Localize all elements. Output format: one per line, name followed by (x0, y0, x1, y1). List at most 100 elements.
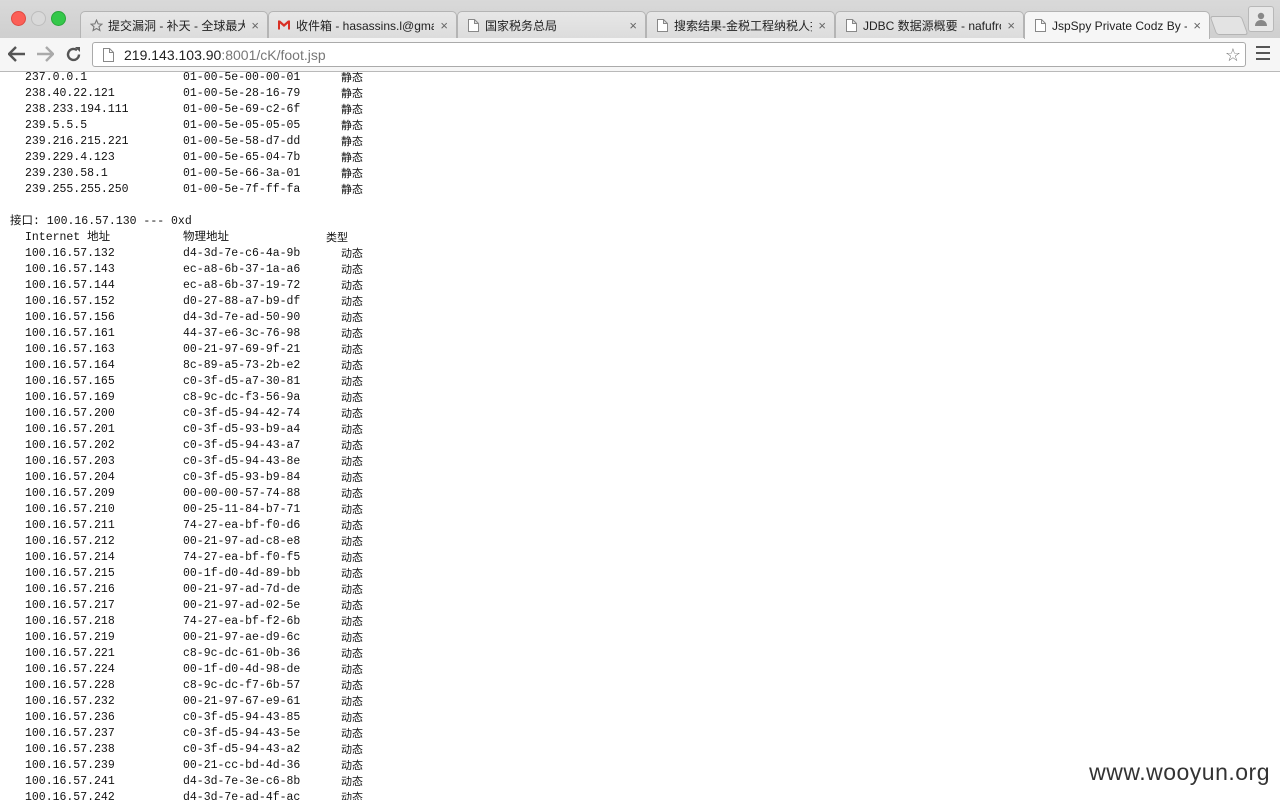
type-cell: 动态 (341, 679, 363, 692)
header-physical-address: 物理地址 (183, 231, 229, 244)
new-tab-button[interactable] (1209, 16, 1249, 35)
type-cell: 动态 (341, 471, 363, 484)
type-cell: 动态 (341, 615, 363, 628)
mac-cell: d0-27-88-a7-b9-df (183, 295, 301, 308)
mac-cell: 00-21-97-ad-7d-de (183, 583, 301, 596)
mac-cell: 00-25-11-84-b7-71 (183, 503, 301, 516)
tab-3[interactable]: 国家税务总局 × (457, 11, 646, 38)
profile-icon[interactable] (1248, 6, 1274, 32)
ip-cell: 100.16.57.143 (25, 263, 115, 276)
ip-cell: 100.16.57.164 (25, 359, 115, 372)
type-cell: 动态 (341, 455, 363, 468)
type-cell: 静态 (341, 183, 363, 196)
type-cell: 动态 (341, 759, 363, 772)
type-cell: 静态 (341, 135, 363, 148)
mac-cell: d4-3d-7e-ad-50-90 (183, 311, 301, 324)
ip-cell: 100.16.57.169 (25, 391, 115, 404)
page-icon (844, 18, 858, 32)
type-cell: 动态 (341, 519, 363, 532)
type-cell: 静态 (341, 119, 363, 132)
tab-close-icon[interactable]: × (629, 18, 637, 33)
ip-cell: 100.16.57.218 (25, 615, 115, 628)
ip-cell: 100.16.57.232 (25, 695, 115, 708)
ip-cell: 239.230.58.1 (25, 167, 108, 180)
type-cell: 动态 (341, 583, 363, 596)
window-zoom-button[interactable] (51, 11, 66, 26)
back-button[interactable] (6, 43, 28, 65)
mac-cell: 8c-89-a5-73-2b-e2 (183, 359, 301, 372)
ip-cell: 100.16.57.165 (25, 375, 115, 388)
type-cell: 动态 (341, 551, 363, 564)
address-bar[interactable]: 219.143.103.90:8001/cK/foot.jsp ☆ (92, 42, 1246, 67)
tab-title: 提交漏洞 - 补天 - 全球最大 (108, 18, 246, 33)
type-cell: 动态 (341, 423, 363, 436)
ip-cell: 100.16.57.241 (25, 775, 115, 788)
type-cell: 动态 (341, 503, 363, 516)
type-cell: 动态 (341, 311, 363, 324)
gmail-icon (277, 18, 291, 32)
ip-cell: 100.16.57.211 (25, 519, 115, 532)
tab-title: JDBC 数据源概要 - nafufro (863, 18, 1002, 33)
mac-cell: c0-3f-d5-93-b9-84 (183, 471, 301, 484)
url-text[interactable]: 219.143.103.90:8001/cK/foot.jsp (124, 47, 326, 63)
type-cell: 动态 (341, 487, 363, 500)
url-path: :8001/cK/foot.jsp (221, 46, 326, 63)
type-cell: 动态 (341, 791, 363, 800)
mac-cell: c0-3f-d5-94-43-5e (183, 727, 301, 740)
type-cell: 动态 (341, 279, 363, 292)
tab-6-active[interactable]: JspSpy Private Codz By - × (1024, 11, 1210, 39)
tab-1[interactable]: 提交漏洞 - 补天 - 全球最大 × (80, 11, 268, 38)
mac-cell: 00-00-00-57-74-88 (183, 487, 301, 500)
type-cell: 静态 (341, 167, 363, 180)
type-cell: 动态 (341, 631, 363, 644)
mac-cell: 74-27-ea-bf-f0-d6 (183, 519, 301, 532)
type-cell: 静态 (341, 87, 363, 100)
mac-cell: c0-3f-d5-94-43-85 (183, 711, 301, 724)
mac-cell: 00-21-97-67-e9-61 (183, 695, 301, 708)
ip-cell: 237.0.0.1 (25, 72, 88, 84)
type-cell: 静态 (341, 72, 363, 84)
tab-close-icon[interactable]: × (1193, 18, 1201, 33)
mac-cell: d4-3d-7e-c6-4a-9b (183, 247, 301, 260)
type-cell: 动态 (341, 695, 363, 708)
reload-button[interactable] (62, 43, 84, 65)
mac-cell: c0-3f-d5-94-42-74 (183, 407, 301, 420)
tab-5[interactable]: JDBC 数据源概要 - nafufro × (835, 11, 1024, 38)
mac-cell: c0-3f-d5-94-43-8e (183, 455, 301, 468)
ip-cell: 239.216.215.221 (25, 135, 129, 148)
ip-cell: 100.16.57.242 (25, 791, 115, 800)
tab-2[interactable]: 收件箱 - hasassins.l@gma × (268, 11, 457, 38)
mac-cell: c0-3f-d5-a7-30-81 (183, 375, 301, 388)
ip-cell: 100.16.57.219 (25, 631, 115, 644)
page-icon (655, 18, 669, 32)
mac-cell: 01-00-5e-69-c2-6f (183, 103, 301, 116)
type-cell: 静态 (341, 151, 363, 164)
mac-cell: c8-9c-dc-61-0b-36 (183, 647, 301, 660)
tab-close-icon[interactable]: × (440, 18, 448, 33)
menu-icon[interactable] (1256, 46, 1270, 60)
bookmark-star-icon[interactable]: ☆ (1225, 45, 1241, 66)
mac-cell: 00-21-97-ad-02-5e (183, 599, 301, 612)
interface-line: 接口: 100.16.57.130 --- 0xd (10, 215, 192, 228)
tab-close-icon[interactable]: × (1007, 18, 1015, 33)
type-cell: 动态 (341, 663, 363, 676)
window-minimize-button[interactable] (31, 11, 46, 26)
page-icon (1033, 19, 1047, 33)
tab-title: 国家税务总局 (485, 18, 558, 33)
ip-cell: 100.16.57.144 (25, 279, 115, 292)
forward-button[interactable] (34, 43, 56, 65)
tab-4[interactable]: 搜索结果-金税工程纳税人技 × (646, 11, 835, 38)
tab-close-icon[interactable]: × (818, 18, 826, 33)
ip-cell: 100.16.57.238 (25, 743, 115, 756)
ip-cell: 100.16.57.210 (25, 503, 115, 516)
url-host: 219.143.103.90 (124, 46, 222, 63)
mac-cell: 74-27-ea-bf-f0-f5 (183, 551, 301, 564)
window-close-button[interactable] (11, 11, 26, 26)
type-cell: 动态 (341, 247, 363, 260)
mac-cell: 00-21-97-69-9f-21 (183, 343, 301, 356)
type-cell: 动态 (341, 407, 363, 420)
ip-cell: 239.5.5.5 (25, 119, 88, 132)
page-icon (100, 47, 116, 63)
ip-cell: 100.16.57.237 (25, 727, 115, 740)
tab-close-icon[interactable]: × (251, 18, 259, 33)
